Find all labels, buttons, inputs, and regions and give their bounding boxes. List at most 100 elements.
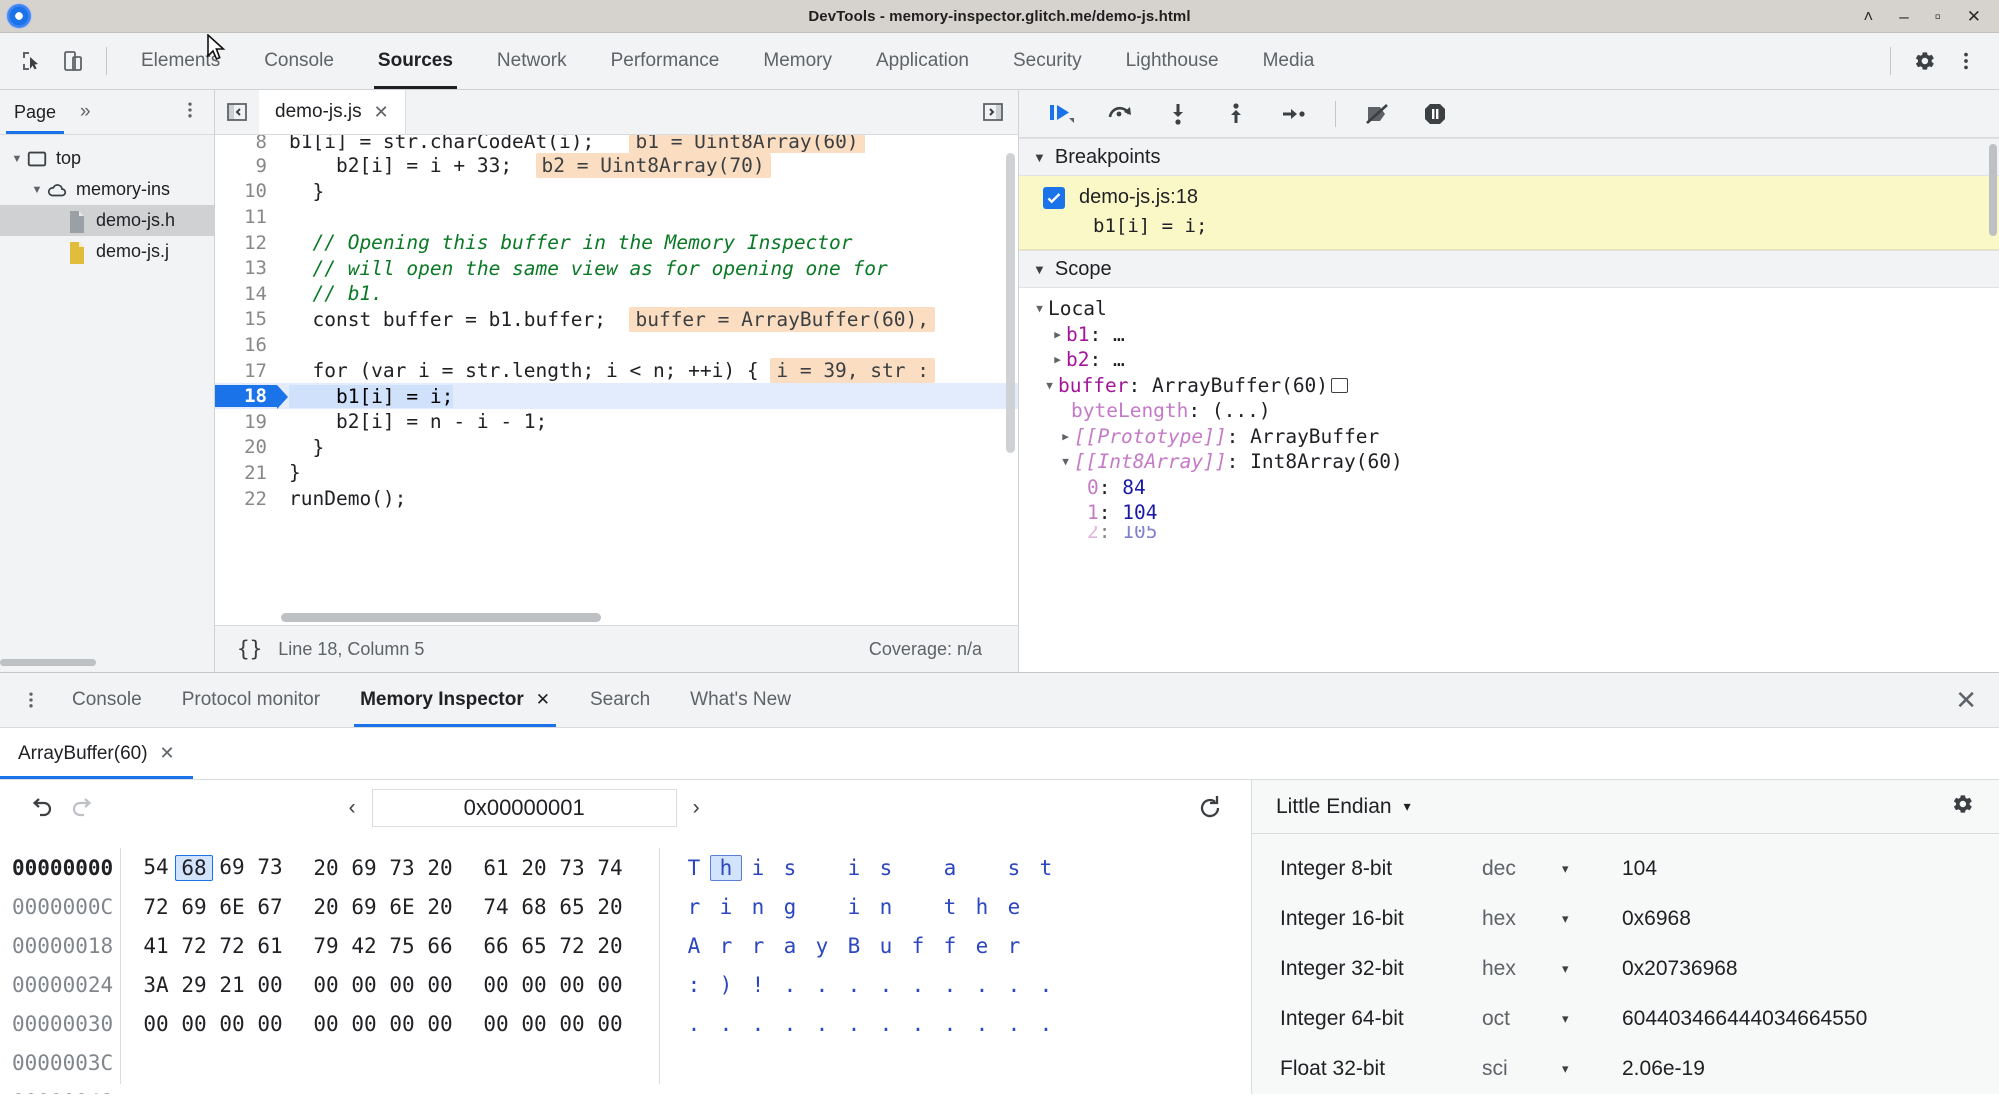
breakpoints-section-header[interactable]: ▼ Breakpoints (1019, 138, 1999, 176)
ascii-char[interactable]: . (902, 973, 934, 997)
hex-byte[interactable]: 65 (553, 895, 591, 919)
close-icon[interactable]: ✕ (374, 102, 389, 123)
step-over-next-function-call-button[interactable] (1097, 94, 1143, 134)
step-into-next-function-call-button[interactable] (1155, 94, 1201, 134)
ascii-char[interactable]: . (710, 1012, 742, 1036)
ascii-char[interactable]: f (934, 934, 966, 958)
redo-icon[interactable] (62, 789, 104, 827)
ascii-char[interactable]: . (806, 973, 838, 997)
ascii-char[interactable]: g (774, 895, 806, 919)
ascii-char[interactable]: . (742, 1012, 774, 1036)
hex-byte[interactable]: 00 (213, 1012, 251, 1036)
hex-byte[interactable]: 00 (553, 1012, 591, 1036)
ascii-char[interactable]: T (678, 856, 710, 880)
value-mode-label[interactable]: sci (1482, 1057, 1562, 1081)
value-mode-label[interactable]: hex (1482, 957, 1562, 981)
show-navigator-icon[interactable] (215, 100, 259, 124)
chevron-down-icon[interactable]: ▾ (1562, 961, 1622, 977)
hex-byte[interactable]: 00 (345, 973, 383, 997)
tree-item-top[interactable]: ▼ top (0, 143, 214, 174)
ascii-char[interactable]: . (806, 1012, 838, 1036)
hex-byte[interactable]: 72 (175, 934, 213, 958)
ascii-char[interactable]: r (710, 934, 742, 958)
chevron-down-icon[interactable]: ▼ (1041, 379, 1058, 392)
drawer-tab-search[interactable]: Search (570, 673, 670, 727)
scope-row-index-0[interactable]: 0 : 84 (1019, 475, 1999, 501)
ascii-char[interactable]: i (710, 895, 742, 919)
hex-byte[interactable]: 66 (421, 934, 459, 958)
hex-byte[interactable]: 00 (307, 973, 345, 997)
show-debugger-icon[interactable] (968, 100, 1018, 124)
hex-byte[interactable]: 68 (515, 895, 553, 919)
scope-row-b1[interactable]: ▶ b1 : … (1019, 322, 1999, 348)
hex-byte[interactable]: 72 (213, 934, 251, 958)
tab-memory[interactable]: Memory (741, 33, 854, 89)
hex-byte[interactable]: 21 (213, 973, 251, 997)
hex-byte[interactable]: 00 (591, 1012, 629, 1036)
ascii-char[interactable]: . (774, 973, 806, 997)
hex-byte[interactable]: 00 (175, 1012, 213, 1036)
drawer-kebab-icon[interactable] (10, 690, 52, 710)
close-drawer-icon[interactable]: ✕ (1955, 685, 1999, 716)
hex-byte[interactable]: 73 (383, 856, 421, 880)
close-icon[interactable]: ✕ (536, 690, 550, 710)
value-mode-label[interactable]: dec (1482, 857, 1562, 881)
ascii-char[interactable]: . (902, 1012, 934, 1036)
ascii-char-selected[interactable]: h (710, 854, 742, 881)
hex-byte[interactable]: 61 (251, 934, 289, 958)
hex-byte[interactable]: 79 (307, 934, 345, 958)
ascii-char[interactable]: n (742, 895, 774, 919)
tab-network[interactable]: Network (475, 33, 589, 89)
navigator-kebab-icon[interactable] (166, 100, 214, 125)
hex-byte[interactable]: 67 (251, 895, 289, 919)
ascii-char[interactable]: t (1030, 856, 1062, 880)
tab-media[interactable]: Media (1241, 33, 1337, 89)
chevron-down-icon[interactable]: ▼ (1033, 262, 1046, 277)
ascii-char[interactable]: ) (710, 973, 742, 997)
hex-byte[interactable]: 41 (137, 934, 175, 958)
pretty-print-icon[interactable]: {} (237, 637, 262, 661)
ascii-char[interactable]: y (806, 934, 838, 958)
endianness-selector[interactable]: Little Endian ▾ (1276, 795, 1411, 819)
open-in-memory-inspector-icon[interactable] (1331, 377, 1349, 393)
ascii-char[interactable]: . (998, 1012, 1030, 1036)
gear-icon[interactable] (1949, 791, 1975, 822)
hex-byte[interactable]: 73 (251, 855, 289, 881)
hex-byte[interactable]: 72 (553, 934, 591, 958)
gear-icon[interactable] (1903, 40, 1945, 82)
hex-byte[interactable]: 74 (477, 895, 515, 919)
ascii-char[interactable]: h (966, 895, 998, 919)
ascii-char[interactable]: . (870, 1012, 902, 1036)
hex-byte[interactable]: 00 (591, 973, 629, 997)
hex-byte[interactable]: 54 (137, 855, 175, 881)
ascii-char[interactable]: . (966, 973, 998, 997)
chevron-down-icon[interactable]: ▾ (1404, 798, 1411, 815)
hex-byte[interactable]: 00 (307, 1012, 345, 1036)
scope-row-index-1[interactable]: 1 : 104 (1019, 500, 1999, 526)
navigator-more-tabs-icon[interactable]: » (70, 101, 101, 123)
editor-tab-demo-js-js[interactable]: demo-js.js ✕ (259, 90, 406, 134)
hex-byte[interactable]: 00 (345, 1012, 383, 1036)
hex-byte[interactable]: 65 (515, 934, 553, 958)
chevron-down-icon[interactable]: ▼ (1031, 302, 1048, 315)
ascii-char[interactable]: : (678, 973, 710, 997)
hex-byte-selected[interactable]: 68 (175, 854, 213, 881)
drawer-tab-memory-inspector[interactable]: Memory Inspector ✕ (340, 673, 570, 727)
tree-item-demo-js-html[interactable]: · demo-js.h (0, 205, 214, 236)
ascii-char[interactable]: i (838, 856, 870, 880)
breakpoint-checkbox[interactable] (1043, 186, 1065, 209)
tab-elements[interactable]: Elements (119, 33, 242, 89)
hex-byte[interactable]: 00 (383, 1012, 421, 1036)
ascii-char[interactable]: r (998, 934, 1030, 958)
ascii-char[interactable]: f (902, 934, 934, 958)
hex-byte[interactable]: 00 (251, 1012, 289, 1036)
chevron-down-icon[interactable]: ▾ (1562, 1011, 1622, 1027)
hex-byte[interactable]: 20 (515, 856, 553, 880)
scope-row-local[interactable]: ▼ Local (1019, 296, 1999, 322)
ascii-char[interactable]: i (742, 856, 774, 880)
chevron-down-icon[interactable]: ▾ (1562, 911, 1622, 927)
hex-byte[interactable]: 69 (345, 856, 383, 880)
ascii-char[interactable]: . (838, 1012, 870, 1036)
ascii-char[interactable]: u (870, 934, 902, 958)
ascii-char[interactable]: A (678, 934, 710, 958)
